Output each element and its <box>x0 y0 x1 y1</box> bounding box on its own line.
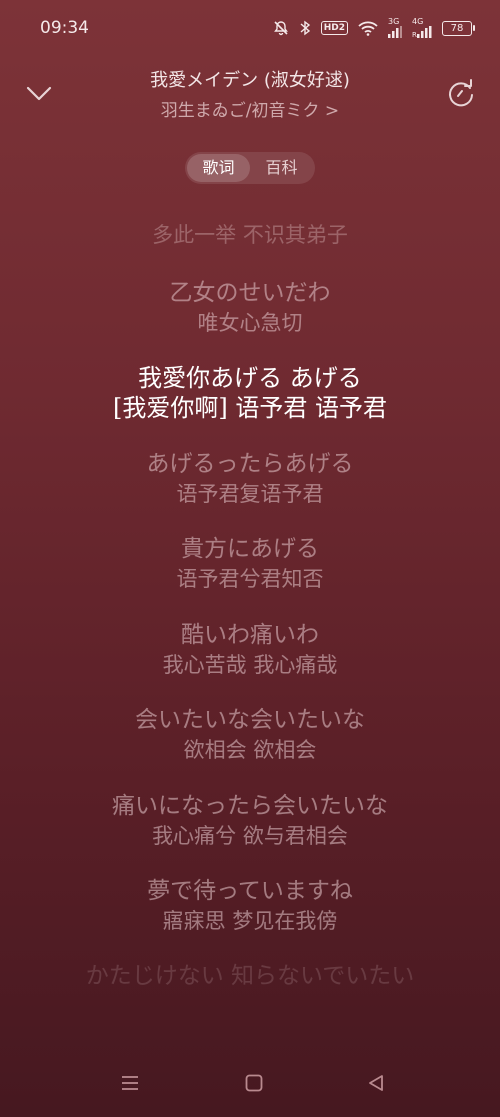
wifi-icon <box>358 21 378 36</box>
lyric-line: 夢で待っていますね 寤寐思 梦见在我傍 <box>0 876 500 936</box>
lyric-translation: 我心苦哉 我心痛哉 <box>162 653 338 677</box>
back-icon[interactable] <box>366 1073 386 1097</box>
lyric-original: 乙女のせいだわ <box>169 280 331 306</box>
mute-icon <box>273 20 289 36</box>
bluetooth-icon <box>299 20 311 36</box>
lyric-original: 夢で待っていますね <box>147 878 353 904</box>
lyric-original: 痛いになったら会いたいな <box>112 793 388 819</box>
hd-icon: HD2 <box>320 21 348 35</box>
signal-icon: 3G <box>388 18 402 38</box>
lyric-line: 酷いわ痛いわ 我心苦哉 我心痛哉 <box>0 620 500 680</box>
tab-wiki[interactable]: 百科 <box>250 154 313 182</box>
lyric-translation: 多此一举 不识其弟子 <box>152 223 348 247</box>
lyric-line: 多此一举 不识其弟子 <box>0 220 500 250</box>
battery-icon: 78 <box>442 20 475 36</box>
status-icons: HD2 3G 4G R 78 <box>273 18 475 38</box>
lyrics-view[interactable]: 多此一举 不识其弟子 乙女のせいだわ 唯女心急切 我愛你あげる あげる [我爱你… <box>0 218 500 1008</box>
lyric-translation: 我心痛兮 欲与君相会 <box>152 824 348 848</box>
lyric-original: 会いたいな会いたいな <box>135 707 365 733</box>
lyric-line-current: 我愛你あげる あげる [我爱你啊] 语予君 语予君 <box>0 363 500 423</box>
lyric-line: 貴方にあげる 语予君兮君知否 <box>0 534 500 594</box>
lyric-original: あげるったらあげる <box>146 451 354 477</box>
lyric-translation: 寤寐思 梦见在我傍 <box>162 909 338 933</box>
song-title: 我愛メイデン (淑女好逑) <box>150 70 350 91</box>
lyric-line: あげるったらあげる 语予君复语予君 <box>0 449 500 509</box>
lyric-line: 会いたいな会いたいな 欲相会 欲相会 <box>0 705 500 765</box>
status-bar: 09:34 HD2 3G 4G R 78 <box>0 0 500 56</box>
signal-icon: 4G R <box>412 18 432 38</box>
lyric-original: 我愛你あげる あげる <box>138 364 362 392</box>
lyric-translation: [我爱你啊] 语予君 语予君 <box>113 394 387 422</box>
system-nav-bar <box>0 1057 500 1117</box>
lyric-line: 乙女のせいだわ 唯女心急切 <box>0 278 500 338</box>
lyric-original: 貴方にあげる <box>181 536 319 562</box>
lyric-line: かたじけない 知らないでいたい <box>0 961 500 991</box>
lyric-translation: 语予君复语予君 <box>176 482 324 506</box>
song-artist[interactable]: 羽生まゐご/初音ミク > <box>0 96 500 121</box>
lyric-original: かたじけない 知らないでいたい <box>85 963 415 989</box>
lyrics-tabs: 歌词 百科 <box>185 152 315 184</box>
lyric-original: 酷いわ痛いわ <box>181 622 319 648</box>
tab-lyrics[interactable]: 歌词 <box>187 154 250 182</box>
home-icon[interactable] <box>244 1073 264 1097</box>
menu-icon[interactable] <box>120 1073 140 1097</box>
refresh-icon[interactable] <box>444 76 478 110</box>
status-time: 09:34 <box>40 18 89 38</box>
lyric-line: 痛いになったら会いたいな 我心痛兮 欲与君相会 <box>0 791 500 851</box>
lyric-translation: 语予君兮君知否 <box>176 567 324 591</box>
lyric-translation: 唯女心急切 <box>197 311 303 335</box>
svg-text:R: R <box>412 31 417 38</box>
player-header: 我愛メイデン (淑女好逑) 羽生まゐご/初音ミク > <box>0 56 500 136</box>
lyric-translation: 欲相会 欲相会 <box>183 738 317 762</box>
